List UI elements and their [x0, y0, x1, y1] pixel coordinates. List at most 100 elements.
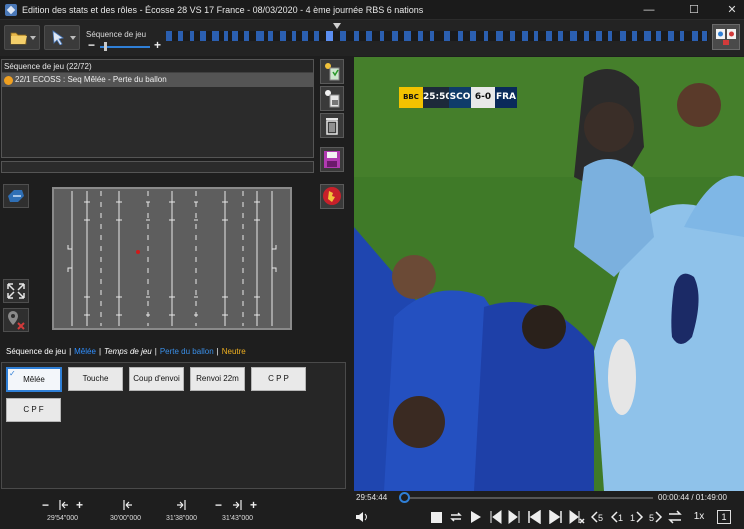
remove-marker-button[interactable]	[3, 308, 29, 332]
previous-frame-icon[interactable]	[489, 510, 502, 524]
cpf-button[interactable]: C P F	[6, 398, 61, 422]
skip-clear-icon[interactable]	[569, 510, 585, 524]
timeline-sequence-mark[interactable]	[444, 31, 450, 41]
frame-step-box[interactable]: 1	[717, 510, 731, 524]
expand-button[interactable]	[3, 279, 29, 303]
stop-icon[interactable]	[430, 510, 443, 524]
timeline-sequence-mark[interactable]	[584, 31, 589, 41]
timeline-sequence-mark[interactable]	[596, 31, 602, 41]
timeline-sequence-mark[interactable]	[166, 31, 172, 41]
timeline-sequence-mark[interactable]	[620, 31, 626, 41]
timeline-sequence-mark[interactable]	[224, 31, 228, 41]
melee-button[interactable]: ✓ Mêlée	[6, 367, 62, 392]
timeline-sequence-mark[interactable]	[404, 31, 411, 41]
timeline-sequence-mark[interactable]	[484, 31, 488, 41]
next-frame-icon[interactable]	[508, 510, 521, 524]
timeline-sequence-mark[interactable]	[692, 31, 698, 41]
timeline-sequence-mark[interactable]	[244, 31, 249, 41]
timeline-sequence-mark[interactable]	[366, 31, 372, 41]
timeline-sequence-mark[interactable]	[314, 31, 319, 41]
minimize-button[interactable]: —	[637, 0, 661, 20]
cursor-tool-button[interactable]	[44, 25, 80, 50]
zoom-slider-thumb[interactable]	[104, 42, 107, 51]
set-start-icon[interactable]	[123, 500, 132, 510]
timeline-sequence-mark[interactable]	[268, 31, 273, 41]
timeline-sequence-mark[interactable]	[326, 31, 333, 41]
zoom-out-button[interactable]: −	[88, 39, 95, 51]
timeline-sequence-mark[interactable]	[292, 31, 296, 41]
renvoi-22m-button[interactable]: Renvoi 22m	[190, 367, 245, 391]
lock-stat-button[interactable]	[320, 86, 344, 111]
timeline-sequence-mark[interactable]	[644, 31, 651, 41]
rewind-1-icon[interactable]: 1	[611, 510, 625, 524]
video-frame[interactable]: BBC 25:50 SCO 6-0 FRA	[354, 57, 744, 491]
delete-button[interactable]	[320, 113, 344, 138]
timeline-sequence-mark[interactable]	[546, 31, 552, 41]
timeline-sequence-mark[interactable]	[212, 31, 219, 41]
timeline-sequence-mark[interactable]	[534, 31, 538, 41]
zoom-slider[interactable]	[100, 46, 150, 48]
swap-icon[interactable]	[668, 510, 682, 524]
end-time-minus-button[interactable]: −	[215, 499, 222, 511]
forward-1-icon[interactable]: 1	[630, 510, 644, 524]
timeline-sequence-mark[interactable]	[632, 31, 637, 41]
timeline-sequence-mark[interactable]	[522, 31, 528, 41]
timeline-sequence-mark[interactable]	[668, 31, 674, 41]
timeline-sequence-mark[interactable]	[200, 31, 206, 41]
timeline-sequence-mark[interactable]	[656, 31, 661, 41]
timeline-sequence-mark[interactable]	[496, 31, 503, 41]
timeline-sequence-mark[interactable]	[380, 31, 384, 41]
forward-5-icon[interactable]: 5	[649, 510, 663, 524]
set-start-icon[interactable]	[59, 500, 68, 510]
timeline-sequence-mark[interactable]	[510, 31, 515, 41]
timeline-sequence-mark[interactable]	[558, 31, 563, 41]
timeline-sequence-mark[interactable]	[702, 31, 707, 41]
timeline-sequence-mark[interactable]	[178, 31, 183, 41]
rewind-5-icon[interactable]: 5	[591, 510, 605, 524]
maximize-button[interactable]: ☐	[682, 0, 706, 20]
loop-icon[interactable]	[449, 510, 463, 524]
play-icon[interactable]	[470, 510, 482, 524]
timeline-sequence-mark[interactable]	[392, 31, 398, 41]
timeline-position-marker[interactable]	[333, 23, 341, 29]
close-button[interactable]: ✕	[720, 0, 744, 20]
open-file-button[interactable]	[4, 25, 40, 50]
timeline-sequence-mark[interactable]	[418, 31, 423, 41]
set-end-icon[interactable]	[177, 500, 186, 510]
timeline-sequence-mark[interactable]	[470, 31, 476, 41]
timeline-sequence-mark[interactable]	[302, 31, 308, 41]
timeline-sequence-mark[interactable]	[430, 31, 434, 41]
timeline-sequence-mark[interactable]	[256, 31, 264, 41]
start-time-plus-button[interactable]: +	[76, 499, 83, 511]
sequence-tool-button[interactable]	[3, 184, 29, 208]
timeline-sequence-mark[interactable]	[680, 31, 684, 41]
zoom-in-button[interactable]: +	[154, 39, 161, 51]
rugby-pitch[interactable]	[52, 187, 292, 330]
save-button[interactable]	[320, 147, 344, 172]
coup-envoi-button[interactable]: Coup d'envoi	[129, 367, 184, 391]
seek-slider-thumb[interactable]	[398, 492, 410, 503]
timeline-sequence-mark[interactable]	[458, 31, 463, 41]
sequence-timeline[interactable]	[166, 31, 708, 41]
team-crest-button[interactable]	[320, 184, 344, 209]
timeline-sequence-mark[interactable]	[340, 31, 346, 41]
timeline-sequence-mark[interactable]	[280, 31, 286, 41]
timeline-sequence-mark[interactable]	[354, 31, 359, 41]
timeline-sequence-mark[interactable]	[190, 31, 194, 41]
list-item[interactable]: 22/1 ECOSS : Seq Mêlée - Perte du ballon	[2, 73, 313, 87]
seek-slider[interactable]	[403, 497, 653, 499]
skip-back-icon[interactable]	[528, 510, 541, 524]
touche-button[interactable]: Touche	[68, 367, 123, 391]
timeline-sequence-mark[interactable]	[608, 31, 612, 41]
timeline-sequence-mark[interactable]	[232, 31, 238, 41]
cpp-button[interactable]: C P P	[251, 367, 306, 391]
end-time-plus-button[interactable]: +	[250, 499, 257, 511]
add-stat-button[interactable]	[320, 59, 344, 84]
volume-icon[interactable]	[355, 510, 369, 524]
team-view-button[interactable]	[712, 24, 740, 50]
timeline-sequence-mark[interactable]	[570, 31, 577, 41]
skip-forward-icon[interactable]	[549, 510, 562, 524]
playback-speed[interactable]: 1x	[690, 510, 708, 524]
start-time-minus-button[interactable]: −	[42, 499, 49, 511]
set-end-icon[interactable]	[233, 500, 242, 510]
